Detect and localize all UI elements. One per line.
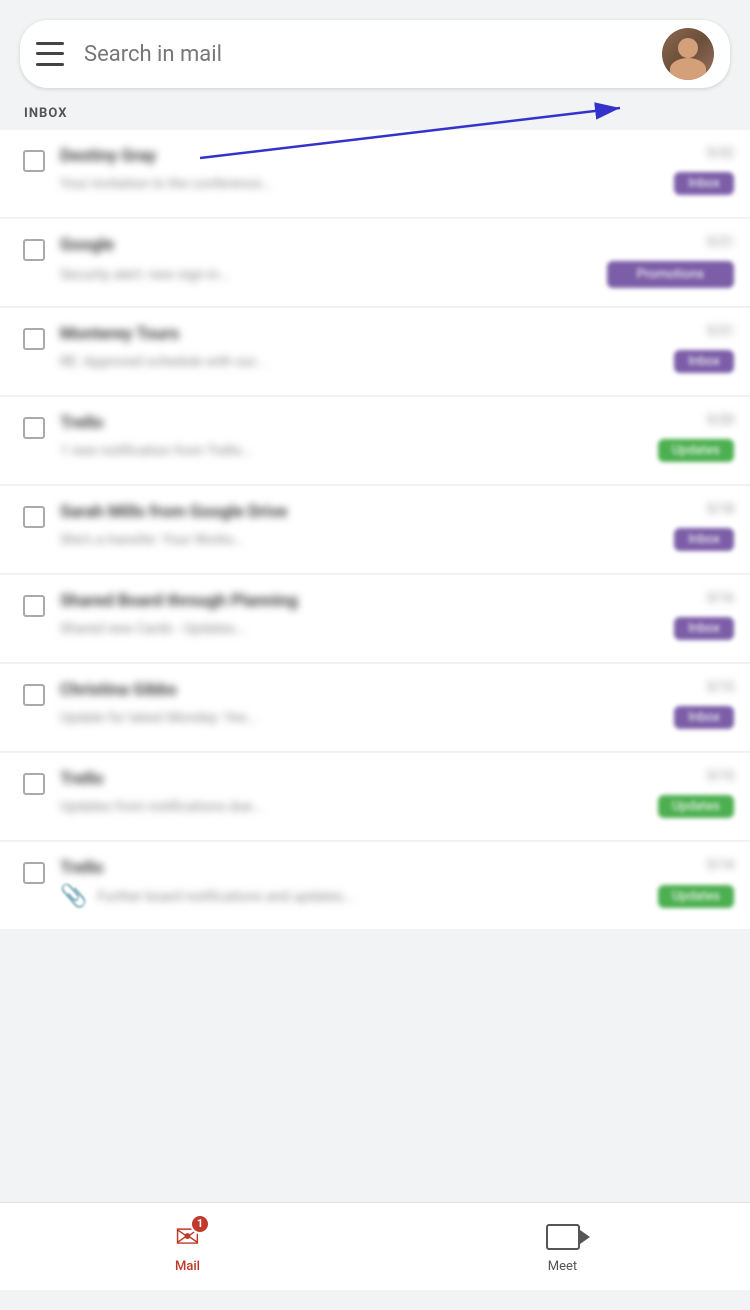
mail-icon-wrap: ✉ 1 [175,1220,200,1255]
email-checkbox[interactable] [23,684,45,706]
email-preview: 1 new notification from Trello... [60,443,648,459]
checkbox-area[interactable] [8,769,60,795]
sender-name: Christina Gibbs [60,680,697,700]
search-bar[interactable]: Search in mail [20,20,730,88]
email-preview: She's a transfer: Your Works... [60,532,664,548]
email-checkbox[interactable] [23,417,45,439]
nav-item-meet[interactable]: Meet [375,1219,750,1274]
mail-badge: 1 [190,1214,210,1234]
search-placeholder[interactable]: Search in mail [84,42,662,67]
email-preview: Security alert: new sign-in... [60,267,597,283]
email-tag: Inbox [674,172,734,195]
email-preview: RE: Approved schedule with our... [60,354,664,370]
sender-name: Trello [60,858,697,878]
inbox-label: INBOX [0,88,750,129]
email-checkbox[interactable] [23,773,45,795]
sender-name: Sarah Mills from Google Drive [60,502,697,522]
email-item[interactable]: Christina Gibbs 5/15 Update for latest M… [0,664,750,752]
avatar-image [662,28,714,80]
email-content: Sarah Mills from Google Drive 5/18 She's… [60,502,734,551]
email-content: Monterey Tours 5/21 RE: Approved schedul… [60,324,734,373]
video-icon [546,1224,580,1250]
email-content: Trello 5/20 1 new notification from Trel… [60,413,734,462]
email-checkbox[interactable] [23,862,45,884]
email-content: Shared Board through Planning 5/16 Share… [60,591,734,640]
email-checkbox[interactable] [23,506,45,528]
email-checkbox[interactable] [23,595,45,617]
email-preview: Update for latest Monday: Yes... [60,710,664,726]
attachment-icon: 📎 [60,884,87,909]
email-content: Christina Gibbs 5/15 Update for latest M… [60,680,734,729]
sender-name: Destiny Gray [60,146,697,166]
email-date: 5/18 [707,502,734,517]
email-tag: Updates [658,795,734,818]
email-tag: Updates [658,885,734,908]
email-tag: Updates [658,439,734,462]
email-content: Destiny Gray 5/22 Your invitation to the… [60,146,734,195]
checkbox-area[interactable] [8,324,60,350]
email-date: 5/20 [707,413,734,428]
checkbox-area[interactable] [8,591,60,617]
sender-name: Shared Board through Planning [60,591,697,611]
email-date: 5/15 [707,769,734,784]
email-item[interactable]: Google 5/21 Security alert: new sign-in.… [0,219,750,307]
checkbox-area[interactable] [8,502,60,528]
email-item[interactable]: Sarah Mills from Google Drive 5/18 She's… [0,486,750,574]
email-date: 5/16 [707,591,734,606]
email-checkbox[interactable] [23,239,45,261]
checkbox-area[interactable] [8,235,60,261]
email-date: 5/21 [707,235,734,250]
mail-nav-label: Mail [175,1259,200,1274]
email-list: Destiny Gray 5/22 Your invitation to the… [0,130,750,1027]
email-date: 5/14 [707,858,734,873]
email-tag: Inbox [674,617,734,640]
hamburger-icon[interactable] [36,38,68,70]
email-checkbox[interactable] [23,150,45,172]
email-content: Google 5/21 Security alert: new sign-in.… [60,235,734,288]
meet-nav-label: Meet [548,1259,577,1274]
email-item[interactable]: Trello 5/15 Updates from notifications d… [0,753,750,841]
checkbox-area[interactable] [8,146,60,172]
email-content: Trello 5/15 Updates from notifications d… [60,769,734,818]
email-tag: Inbox [674,528,734,551]
email-preview: Updates from notifications due... [60,799,648,815]
email-item[interactable]: Destiny Gray 5/22 Your invitation to the… [0,130,750,218]
email-tag: Inbox [674,350,734,373]
email-item[interactable]: Monterey Tours 5/21 RE: Approved schedul… [0,308,750,396]
email-item[interactable]: Trello 5/14 📎 Further board notification… [0,842,750,930]
checkbox-area[interactable] [8,858,60,884]
email-tag: Inbox [674,706,734,729]
email-preview: Further board notifications and updates.… [97,889,648,905]
email-tag: Promotions [607,261,734,288]
email-item[interactable]: Trello 5/20 1 new notification from Trel… [0,397,750,485]
checkbox-area[interactable] [8,680,60,706]
sender-name: Trello [60,769,697,789]
sender-name: Google [60,235,697,255]
checkbox-area[interactable] [8,413,60,439]
avatar[interactable] [662,28,714,80]
email-item[interactable]: Shared Board through Planning 5/16 Share… [0,575,750,663]
email-date: 5/15 [707,680,734,695]
sender-name: Monterey Tours [60,324,697,344]
email-date: 5/22 [707,146,734,161]
bottom-nav: ✉ 1 Mail Meet [0,1202,750,1290]
email-content: Trello 5/14 📎 Further board notification… [60,858,734,909]
email-preview: Shared new Cards - Updates... [60,621,664,637]
email-preview: Your invitation to the conference... [60,176,664,192]
email-date: 5/21 [707,324,734,339]
sender-name: Trello [60,413,697,433]
email-checkbox[interactable] [23,328,45,350]
nav-item-mail[interactable]: ✉ 1 Mail [0,1220,375,1274]
